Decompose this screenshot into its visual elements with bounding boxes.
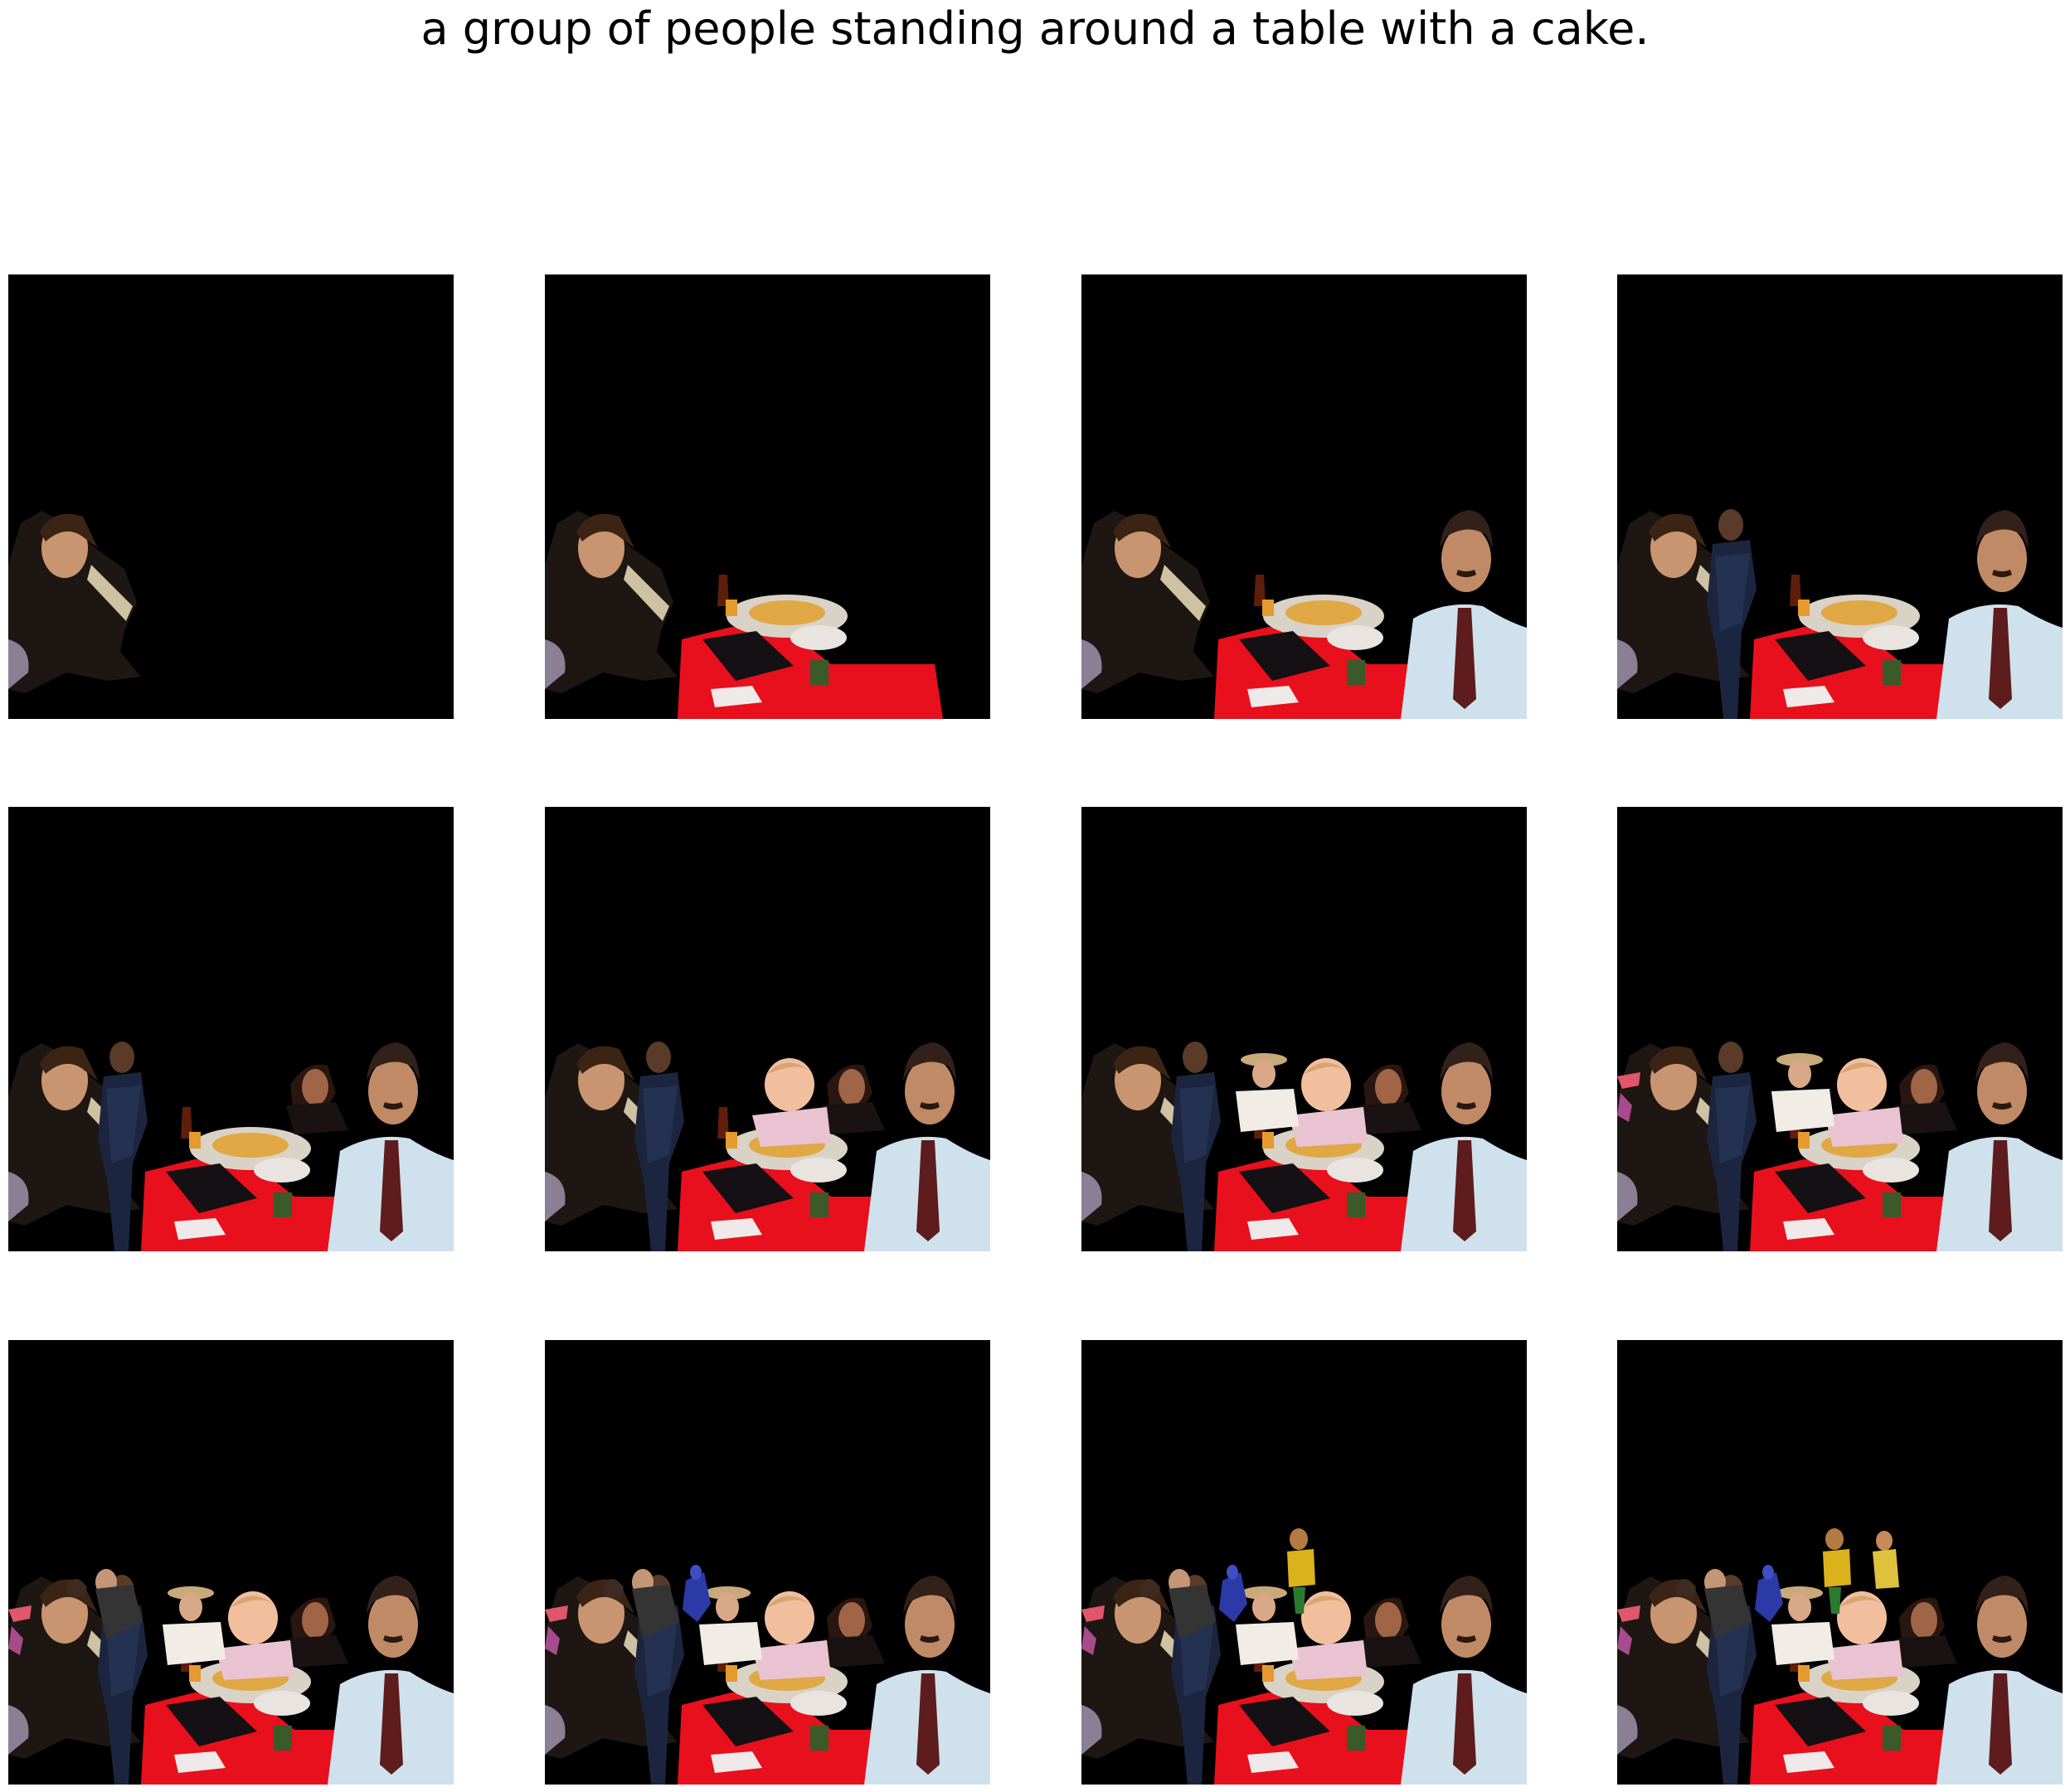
- man-tie-cutout: [1936, 1576, 2063, 1785]
- blue-figure-cutout: [683, 1565, 711, 1622]
- girl-left-cutout: [1081, 511, 1214, 693]
- man-tie-cutout: [328, 1576, 454, 1785]
- baby-cutout: [1825, 1058, 1903, 1147]
- panel-step-11: [1081, 1340, 1527, 1785]
- man-tie-cutout: [1401, 1042, 1527, 1251]
- man-navy-cutout: [98, 1042, 148, 1251]
- man-tie-cutout: [1401, 1576, 1527, 1785]
- panel-image: [1617, 1042, 2063, 1251]
- man-tie-cutout: [864, 1576, 990, 1785]
- panel-image: [1617, 1528, 2063, 1785]
- woman-hat-cutout: [1236, 1053, 1299, 1132]
- baby-cutout: [216, 1591, 294, 1680]
- blue-figure-cutout: [1219, 1565, 1247, 1622]
- man-navy-cutout: [1707, 1042, 1757, 1251]
- man-navy-cutout: [1171, 1042, 1221, 1251]
- panel-image: [1617, 509, 2063, 719]
- woman-dark-hair-cutout: [1359, 1064, 1421, 1134]
- baby-cutout: [1289, 1058, 1368, 1147]
- woman-dark-hair-cutout: [1895, 1064, 1957, 1134]
- girl-left-cutout: [8, 511, 141, 693]
- woman-dark-hair-cutout: [823, 1597, 885, 1668]
- panel-image: [545, 511, 943, 719]
- panel-step-6: [545, 807, 990, 1251]
- panel-step-7: [1081, 807, 1527, 1251]
- man-navy-cutout: [634, 1042, 684, 1251]
- toddler-yellow-cutout: [1873, 1531, 1899, 1589]
- man-tie-cutout: [864, 1042, 990, 1251]
- man-tie-cutout: [328, 1042, 454, 1251]
- woman-hat-cutout: [1771, 1053, 1834, 1132]
- panel-step-3: [1081, 274, 1527, 719]
- woman-dark-hair-cutout: [823, 1064, 885, 1134]
- panel-step-2: [545, 274, 990, 719]
- woman-hat-cutout: [163, 1586, 226, 1665]
- panel-step-9: [8, 1340, 454, 1785]
- man-tie-cutout: [1936, 510, 2063, 719]
- panel-image: [1081, 510, 1527, 719]
- woman-dark-hair-cutout: [286, 1597, 348, 1668]
- man-tie-cutout: [1401, 510, 1527, 719]
- girl-left-cutout: [545, 511, 678, 693]
- panel-step-5: [8, 807, 454, 1251]
- man-navy-cutout: [1707, 509, 1757, 719]
- panel-step-1: [8, 274, 454, 719]
- baby-cutout: [752, 1058, 831, 1147]
- woman-dark-hair-cutout: [1895, 1597, 1957, 1668]
- panel-image: [8, 1042, 454, 1251]
- panel-image: [1081, 1042, 1527, 1251]
- blue-figure-cutout: [1755, 1565, 1783, 1622]
- caption: a group of people standing around a tabl…: [420, 2, 1650, 55]
- panel-step-10: [545, 1340, 990, 1785]
- panel-image: [1081, 1528, 1527, 1785]
- panel-image: [545, 1042, 990, 1251]
- man-tie-cutout: [1936, 1042, 2063, 1251]
- baby-cutout: [752, 1591, 831, 1680]
- panel-image: [8, 1569, 454, 1785]
- panel-step-12: [1617, 1340, 2063, 1785]
- panel-image: [545, 1565, 990, 1785]
- woman-dark-hair-cutout: [286, 1064, 348, 1134]
- woman-dark-hair-cutout: [1359, 1597, 1421, 1668]
- table-pizza-cutout: [678, 575, 943, 719]
- panel-image: [8, 511, 141, 693]
- panel-step-8: [1617, 807, 2063, 1251]
- panel-step-4: [1617, 274, 2063, 719]
